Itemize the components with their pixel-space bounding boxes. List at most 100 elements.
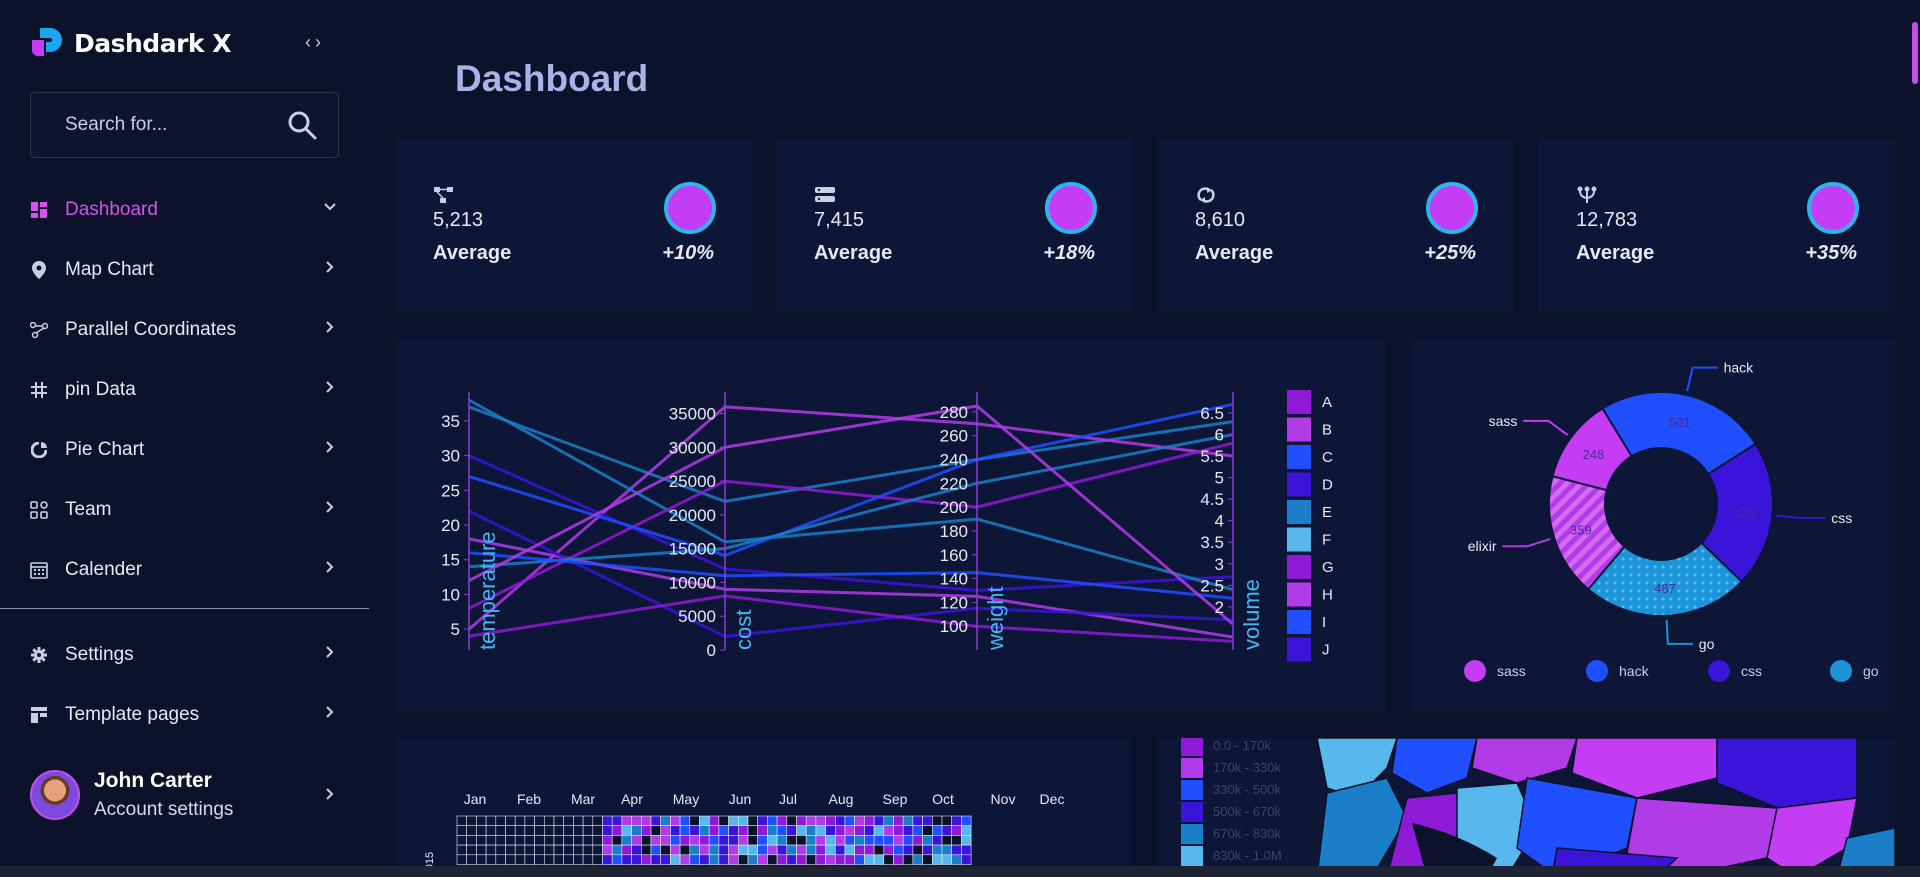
heatmap-cell bbox=[961, 835, 972, 846]
heatmap-cell bbox=[931, 835, 943, 846]
heatmap-cell bbox=[592, 815, 603, 826]
heatmap-cell bbox=[456, 835, 467, 846]
heatmap-cell bbox=[689, 815, 700, 826]
heatmap-cell bbox=[476, 815, 487, 826]
heatmap-cell bbox=[650, 854, 661, 865]
pc-legend-swatch bbox=[1287, 390, 1311, 414]
heatmap-cell bbox=[641, 835, 652, 846]
stat-card: 8,610 Average +25% bbox=[1157, 138, 1514, 313]
pc-tick-label: 220 bbox=[940, 474, 968, 493]
search-input[interactable] bbox=[31, 93, 281, 157]
heatmap-cell bbox=[854, 854, 865, 865]
heatmap-cell bbox=[902, 854, 914, 865]
heatmap-cell bbox=[767, 835, 778, 846]
heatmap-cell bbox=[728, 835, 739, 846]
map-legend-swatch bbox=[1181, 846, 1203, 866]
chevron-right-icon bbox=[326, 706, 334, 718]
heatmap-cell bbox=[718, 854, 729, 865]
pc-legend-swatch bbox=[1287, 610, 1311, 634]
heatmap-cell bbox=[514, 854, 526, 865]
sidebar-item-map-chart[interactable]: Map Chart bbox=[0, 240, 369, 300]
pc-legend-label: G bbox=[1322, 559, 1334, 576]
pc-tick-label: 15 bbox=[441, 551, 460, 570]
sidebar-item-label: Template pages bbox=[65, 704, 200, 725]
secondary-nav: Settings Template pages bbox=[0, 625, 369, 745]
heatmap-cell bbox=[834, 835, 846, 846]
heatmap-cell bbox=[864, 844, 875, 856]
heatmap-cell bbox=[718, 835, 729, 846]
heatmap-cell bbox=[776, 835, 788, 846]
sidebar-item-dashboard[interactable]: Dashboard bbox=[0, 180, 369, 240]
heatmap-cell bbox=[534, 825, 545, 836]
account-settings-link[interactable]: Account settings bbox=[94, 799, 233, 821]
sidebar-item-template-pages[interactable]: Template pages bbox=[0, 685, 369, 745]
heatmap-cell bbox=[708, 854, 720, 865]
sidebar-item-calender[interactable]: Calender bbox=[0, 540, 369, 600]
heatmap-cell bbox=[728, 825, 739, 836]
heatmap-cell bbox=[873, 815, 885, 826]
sidebar-item-team[interactable]: Team bbox=[0, 480, 369, 540]
heatmap-cell bbox=[844, 815, 855, 826]
pc-legend-label: I bbox=[1322, 614, 1326, 631]
user-account[interactable]: John Carter Account settings bbox=[30, 762, 339, 828]
pc-legend-swatch bbox=[1287, 637, 1311, 662]
heatmap-cell bbox=[747, 825, 758, 836]
heatmap-cell bbox=[524, 825, 535, 836]
heatmap-cell bbox=[718, 844, 729, 856]
heatmap-cell bbox=[456, 825, 467, 836]
heatmap-cell bbox=[650, 844, 661, 856]
stat-label: Average bbox=[1576, 242, 1655, 264]
donut-chart[interactable]: 501 hack 429 css 487 go 359 elixir 248 sass sass ha… bbox=[1411, 339, 1895, 712]
map-legend-label: 830k - 1.0M bbox=[1213, 848, 1282, 863]
heatmap-cell bbox=[660, 844, 671, 856]
map-legend-swatch bbox=[1181, 758, 1203, 778]
brand[interactable]: Dashdark X bbox=[30, 26, 232, 60]
heatmap-cell bbox=[679, 835, 691, 846]
pc-legend-label: A bbox=[1322, 394, 1332, 411]
heatmap-chart[interactable]: Jan Feb Mar Apr May Jun Jul Aug Sep Oct Nov Dec015 bbox=[395, 738, 1131, 877]
search-icon[interactable] bbox=[286, 109, 318, 141]
heatmap-cell bbox=[689, 825, 700, 836]
heatmap-cell bbox=[883, 815, 894, 826]
pc-tick-label: 10000 bbox=[669, 573, 716, 592]
heatmap-cell bbox=[815, 825, 826, 836]
parallel-coordinates-chart[interactable]: 5101520253035temperature0500010000150002… bbox=[395, 339, 1386, 712]
sidebar-collapse-toggle[interactable]: ‹› bbox=[305, 32, 325, 53]
heatmap-cell bbox=[883, 844, 894, 856]
sidebar-item-pin-data[interactable]: pin Data bbox=[0, 360, 369, 420]
heatmap-month-label: Oct bbox=[932, 791, 954, 807]
heatmap-cell bbox=[922, 835, 933, 846]
sidebar-item-label: Team bbox=[65, 499, 112, 520]
heatmap-cell bbox=[631, 825, 642, 836]
pc-axis-label: volume bbox=[1239, 579, 1264, 650]
heatmap-cell bbox=[621, 835, 632, 846]
stat-label: Average bbox=[1195, 242, 1274, 264]
pc-tick-label: 100 bbox=[940, 617, 968, 636]
heatmap-cell bbox=[563, 844, 574, 856]
heatmap-cell bbox=[825, 844, 836, 856]
heatmap-cell bbox=[689, 844, 700, 856]
heatmap-cell bbox=[757, 844, 768, 856]
heatmap-cell bbox=[825, 825, 836, 836]
heatmap-cell bbox=[931, 825, 943, 836]
heatmap-cell bbox=[582, 854, 594, 865]
sidebar-item-pie-chart[interactable]: Pie Chart bbox=[0, 420, 369, 480]
scrollbar-thumb[interactable] bbox=[1912, 22, 1918, 84]
heatmap-cell bbox=[573, 844, 584, 856]
chevron-right-icon bbox=[326, 646, 334, 658]
heatmap-cell bbox=[796, 815, 807, 826]
heatmap-cell bbox=[893, 854, 904, 865]
map-chart[interactable]: 0.0 - 170k 170k - 330k 330k - 500k 500k - 6… bbox=[1157, 738, 1895, 877]
calendar-icon bbox=[30, 561, 48, 579]
heatmap-month-label: Jun bbox=[729, 791, 752, 807]
heatmap-cell bbox=[514, 844, 526, 856]
pc-legend-label: E bbox=[1322, 504, 1332, 521]
heatmap-cell bbox=[641, 825, 652, 836]
heatmap-cell bbox=[912, 815, 923, 826]
heatmap-cell bbox=[718, 815, 729, 826]
sidebar-item-parallel-coordinates[interactable]: Parallel Coordinates bbox=[0, 300, 369, 360]
heatmap-cell bbox=[912, 854, 923, 865]
sidebar-item-settings[interactable]: Settings bbox=[0, 625, 369, 685]
page-scrollbar[interactable] bbox=[1910, 0, 1920, 877]
horizontal-scrollbar[interactable] bbox=[0, 866, 1920, 877]
